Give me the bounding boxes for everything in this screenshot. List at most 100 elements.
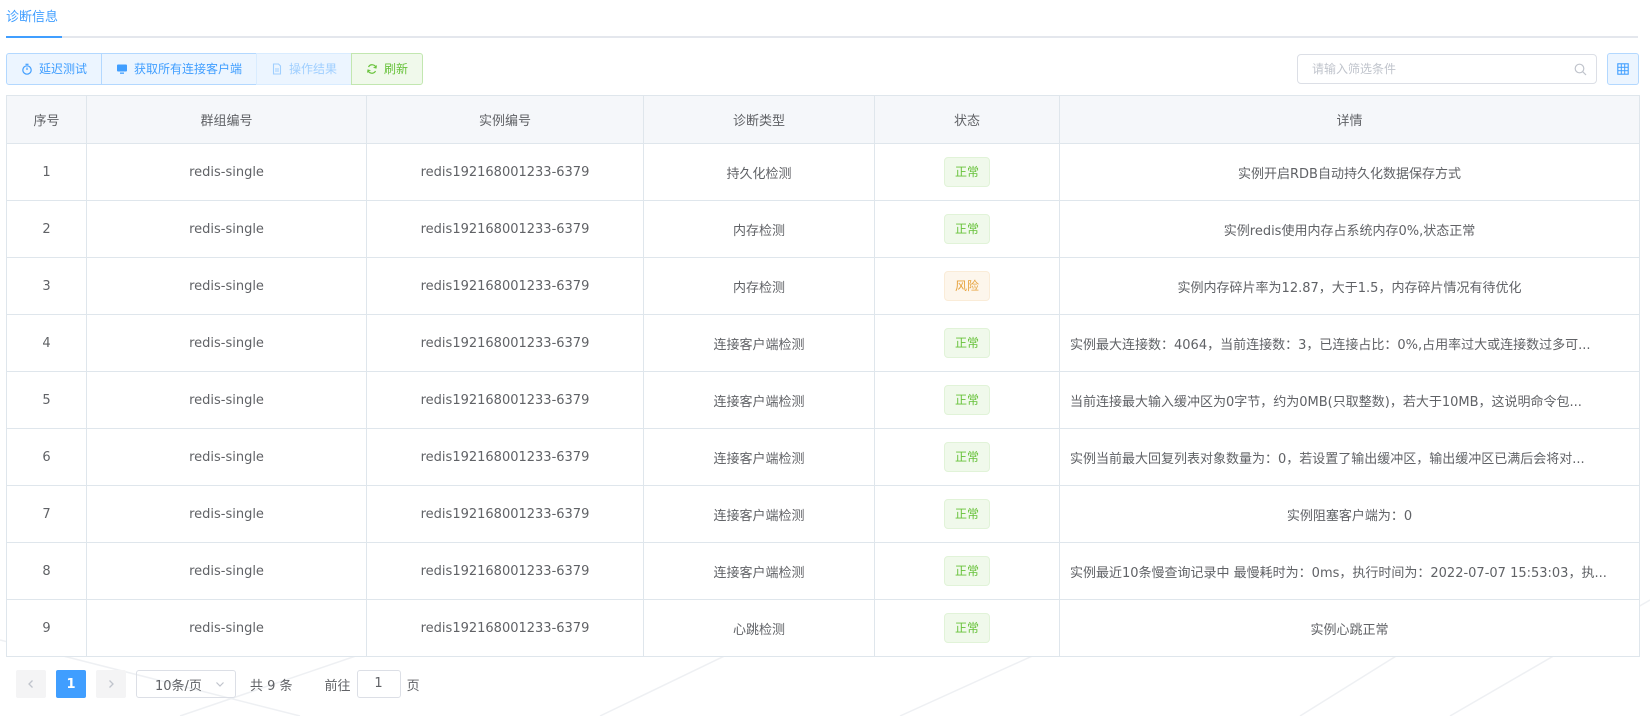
cell-instance: redis192168001233-6379	[366, 428, 644, 486]
tab-bar: 诊断信息	[6, 0, 1638, 38]
column-header-detail[interactable]: 详情	[1059, 95, 1640, 144]
cell-status: 正常	[874, 314, 1060, 372]
cell-detail: 实例心跳正常	[1059, 599, 1640, 657]
goto-page: 前往 1 页	[325, 670, 420, 698]
cell-type: 连接客户端检测	[643, 314, 875, 372]
tab-label: 诊断信息	[6, 10, 59, 25]
table-row: 8 redis-single redis192168001233-6379 连接客户端…	[6, 542, 1640, 600]
column-header-instance[interactable]: 实例编号	[366, 95, 644, 144]
cell-instance: redis192168001233-6379	[366, 143, 644, 201]
cell-group: redis-single	[86, 371, 367, 429]
cell-type: 连接客户端检测	[643, 485, 875, 543]
goto-page-input[interactable]: 1	[356, 670, 401, 698]
page-number-current[interactable]: 1	[56, 670, 86, 698]
cell-no: 3	[6, 257, 87, 315]
column-settings-button[interactable]	[1607, 53, 1639, 85]
monitor-icon	[117, 64, 128, 74]
cell-no: 4	[6, 314, 87, 372]
cell-type: 内存检测	[643, 200, 875, 258]
search-icon[interactable]	[1574, 63, 1587, 76]
latency-test-button[interactable]: 延迟测试	[6, 53, 103, 85]
cell-instance: redis192168001233-6379	[366, 314, 644, 372]
cell-status: 正常	[874, 485, 1060, 543]
status-badge: 正常	[943, 157, 990, 187]
prev-page-button[interactable]	[16, 670, 46, 698]
pagination: 1 10条/页 共 9 条 前往 1 页	[16, 670, 420, 698]
column-header-group[interactable]: 群组编号	[86, 95, 367, 144]
table-row: 6 redis-single redis192168001233-6379 连接客户端…	[6, 428, 1640, 486]
operation-result-label: 操作结果	[289, 62, 338, 76]
cell-detail: 实例最近10条慢查询记录中 最慢耗时为：0ms，执行时间为：2022-07-07…	[1059, 542, 1640, 600]
cell-status: 正常	[874, 542, 1060, 600]
cell-status: 正常	[874, 371, 1060, 429]
cell-type: 持久化检测	[643, 143, 875, 201]
cell-detail: 实例当前最大回复列表对象数量为：0，若设置了输出缓冲区，输出缓冲区已满后会将对.…	[1059, 428, 1640, 486]
table-row: 7 redis-single redis192168001233-6379 连接客户端…	[6, 485, 1640, 543]
table-row: 4 redis-single redis192168001233-6379 连接客户端…	[6, 314, 1640, 372]
active-tab-indicator	[6, 36, 62, 38]
chevron-right-icon	[109, 680, 114, 688]
page-size-select[interactable]: 10条/页	[136, 670, 236, 698]
cell-group: redis-single	[86, 599, 367, 657]
cell-detail: 实例开启RDB自动持久化数据保存方式	[1059, 143, 1640, 201]
next-page-button[interactable]	[96, 670, 126, 698]
filter-search-box	[1297, 54, 1597, 84]
status-badge: 风险	[943, 271, 990, 301]
filter-search-input[interactable]	[1298, 55, 1596, 83]
cell-detail: 实例redis使用内存占系统内存0%,状态正常	[1059, 200, 1640, 258]
goto-prefix: 前往	[324, 678, 351, 694]
cell-status: 正常	[874, 200, 1060, 258]
get-clients-label: 获取所有连接客户端	[134, 62, 243, 76]
stopwatch-icon	[22, 63, 32, 75]
column-header-status[interactable]: 状态	[874, 95, 1060, 144]
column-header-type[interactable]: 诊断类型	[643, 95, 875, 144]
cell-group: redis-single	[86, 542, 367, 600]
column-header-no[interactable]: 序号	[6, 95, 87, 144]
cell-type: 内存检测	[643, 257, 875, 315]
cell-detail: 实例阻塞客户端为：0	[1059, 485, 1640, 543]
refresh-icon	[367, 64, 377, 74]
cell-no: 8	[6, 542, 87, 600]
cell-group: redis-single	[86, 485, 367, 543]
grid-icon	[1617, 63, 1629, 75]
cell-type: 连接客户端检测	[643, 371, 875, 429]
cell-group: redis-single	[86, 143, 367, 201]
get-clients-button[interactable]: 获取所有连接客户端	[101, 53, 258, 85]
cell-group: redis-single	[86, 257, 367, 315]
status-badge: 正常	[943, 328, 990, 358]
cell-status: 风险	[874, 257, 1060, 315]
cell-no: 7	[6, 485, 87, 543]
status-badge: 正常	[943, 556, 990, 586]
tab-diagnosis-info[interactable]: 诊断信息	[6, 0, 58, 38]
table-row: 9 redis-single redis192168001233-6379 心跳检测 正…	[6, 599, 1640, 657]
cell-group: redis-single	[86, 314, 367, 372]
cell-detail: 实例内存碎片率为12.87，大于1.5，内存碎片情况有待优化	[1059, 257, 1640, 315]
cell-instance: redis192168001233-6379	[366, 599, 644, 657]
operation-result-button[interactable]: 操作结果	[256, 53, 353, 85]
cell-group: redis-single	[86, 428, 367, 486]
cell-no: 2	[6, 200, 87, 258]
cell-no: 5	[6, 371, 87, 429]
cell-detail: 当前连接最大输入缓冲区为0字节，约为0MB(只取整数)，若大于10MB，这说明命…	[1059, 371, 1640, 429]
table-row: 2 redis-single redis192168001233-6379 内存检测 正…	[6, 200, 1640, 258]
cell-instance: redis192168001233-6379	[366, 371, 644, 429]
table-row: 5 redis-single redis192168001233-6379 连接客户端…	[6, 371, 1640, 429]
status-badge: 正常	[943, 214, 990, 244]
cell-type: 连接客户端检测	[643, 542, 875, 600]
cell-type: 心跳检测	[643, 599, 875, 657]
page-size-value: 10条/页	[155, 678, 202, 694]
total-count: 共 9 条	[250, 678, 293, 694]
chevron-down-icon	[216, 682, 224, 687]
diagnosis-table: 序号 群组编号 实例编号 诊断类型 状态 详情 1 redis-single red…	[6, 95, 1640, 657]
cell-instance: redis192168001233-6379	[366, 257, 644, 315]
toolbar-button-group: 延迟测试 获取所有连接客户端 操作结果 刷新	[6, 53, 424, 85]
refresh-button[interactable]: 刷新	[351, 53, 424, 85]
cell-instance: redis192168001233-6379	[366, 200, 644, 258]
status-badge: 正常	[943, 613, 990, 643]
table-header-row: 序号 群组编号 实例编号 诊断类型 状态 详情	[6, 95, 1640, 144]
status-badge: 正常	[943, 499, 990, 529]
cell-status: 正常	[874, 143, 1060, 201]
cell-status: 正常	[874, 428, 1060, 486]
cell-no: 9	[6, 599, 87, 657]
cell-group: redis-single	[86, 200, 367, 258]
